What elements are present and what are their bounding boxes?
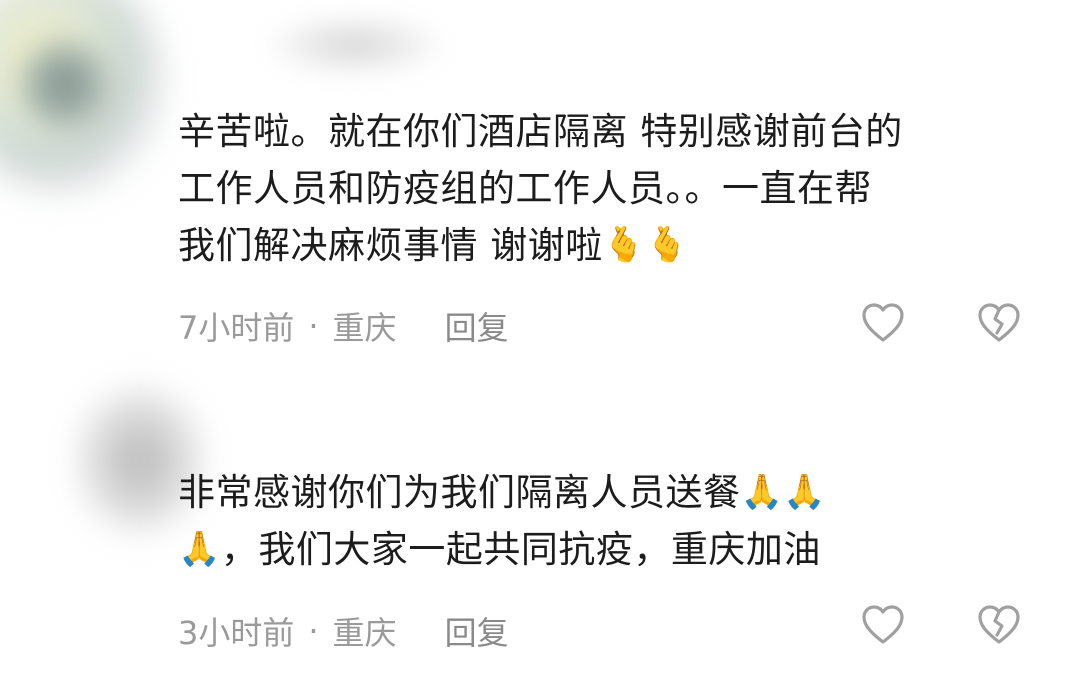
heart-outline-icon[interactable]: [860, 300, 906, 346]
comment-text: 辛苦啦。就在你们酒店隔离 特别感谢前台的 工作人员和防疫组的工作人员。。一直在帮…: [178, 103, 1038, 274]
broken-heart-icon[interactable]: [976, 602, 1022, 648]
timestamp: 7小时前: [178, 309, 295, 347]
comment-line: 辛苦啦。就在你们酒店隔离 特别感谢前台的: [178, 110, 903, 153]
broken-heart-icon[interactable]: [976, 300, 1022, 346]
comment-meta: 3小时前 · 重庆 回复: [178, 608, 509, 654]
comment-line: 工作人员和防疫组的工作人员。。一直在帮: [178, 167, 872, 210]
folded-hands-emoji-icon: 🙏: [740, 472, 784, 512]
reply-button[interactable]: 回复: [445, 303, 509, 349]
comment-item: 非常感谢你们为我们隔离人员送餐🙏🙏 🙏，我们大家一起共同抗疫，重庆加油 3小时前…: [0, 380, 1080, 686]
location: 重庆: [332, 309, 397, 347]
timestamp: 3小时前: [178, 614, 295, 652]
folded-hands-emoji-icon: 🙏: [178, 529, 221, 569]
comment-text: 非常感谢你们为我们隔离人员送餐🙏🙏 🙏，我们大家一起共同抗疫，重庆加油: [178, 464, 1038, 578]
comment-line: 非常感谢你们为我们隔离人员送餐: [178, 471, 741, 514]
finger-heart-emoji-icon: 🫰: [602, 225, 646, 265]
comment-line: 我们解决麻烦事情 谢谢啦: [178, 224, 603, 267]
comment-meta: 7小时前 · 重庆 回复: [178, 303, 509, 349]
meta-separator: ·: [308, 307, 319, 345]
folded-hands-emoji-icon: 🙏: [783, 472, 827, 512]
reply-button[interactable]: 回复: [445, 608, 509, 654]
comment-item: 辛苦啦。就在你们酒店隔离 特别感谢前台的 工作人员和防疫组的工作人员。。一直在帮…: [0, 0, 1080, 380]
location: 重庆: [332, 614, 397, 652]
avatar-detail: [20, 40, 110, 130]
finger-heart-emoji-icon: 🫰: [645, 225, 689, 265]
username-blurred: [260, 10, 450, 80]
comment-line: ，我们大家一起共同抗疫，重庆加油: [220, 528, 821, 571]
heart-outline-icon[interactable]: [860, 602, 906, 648]
meta-separator: ·: [308, 612, 319, 650]
